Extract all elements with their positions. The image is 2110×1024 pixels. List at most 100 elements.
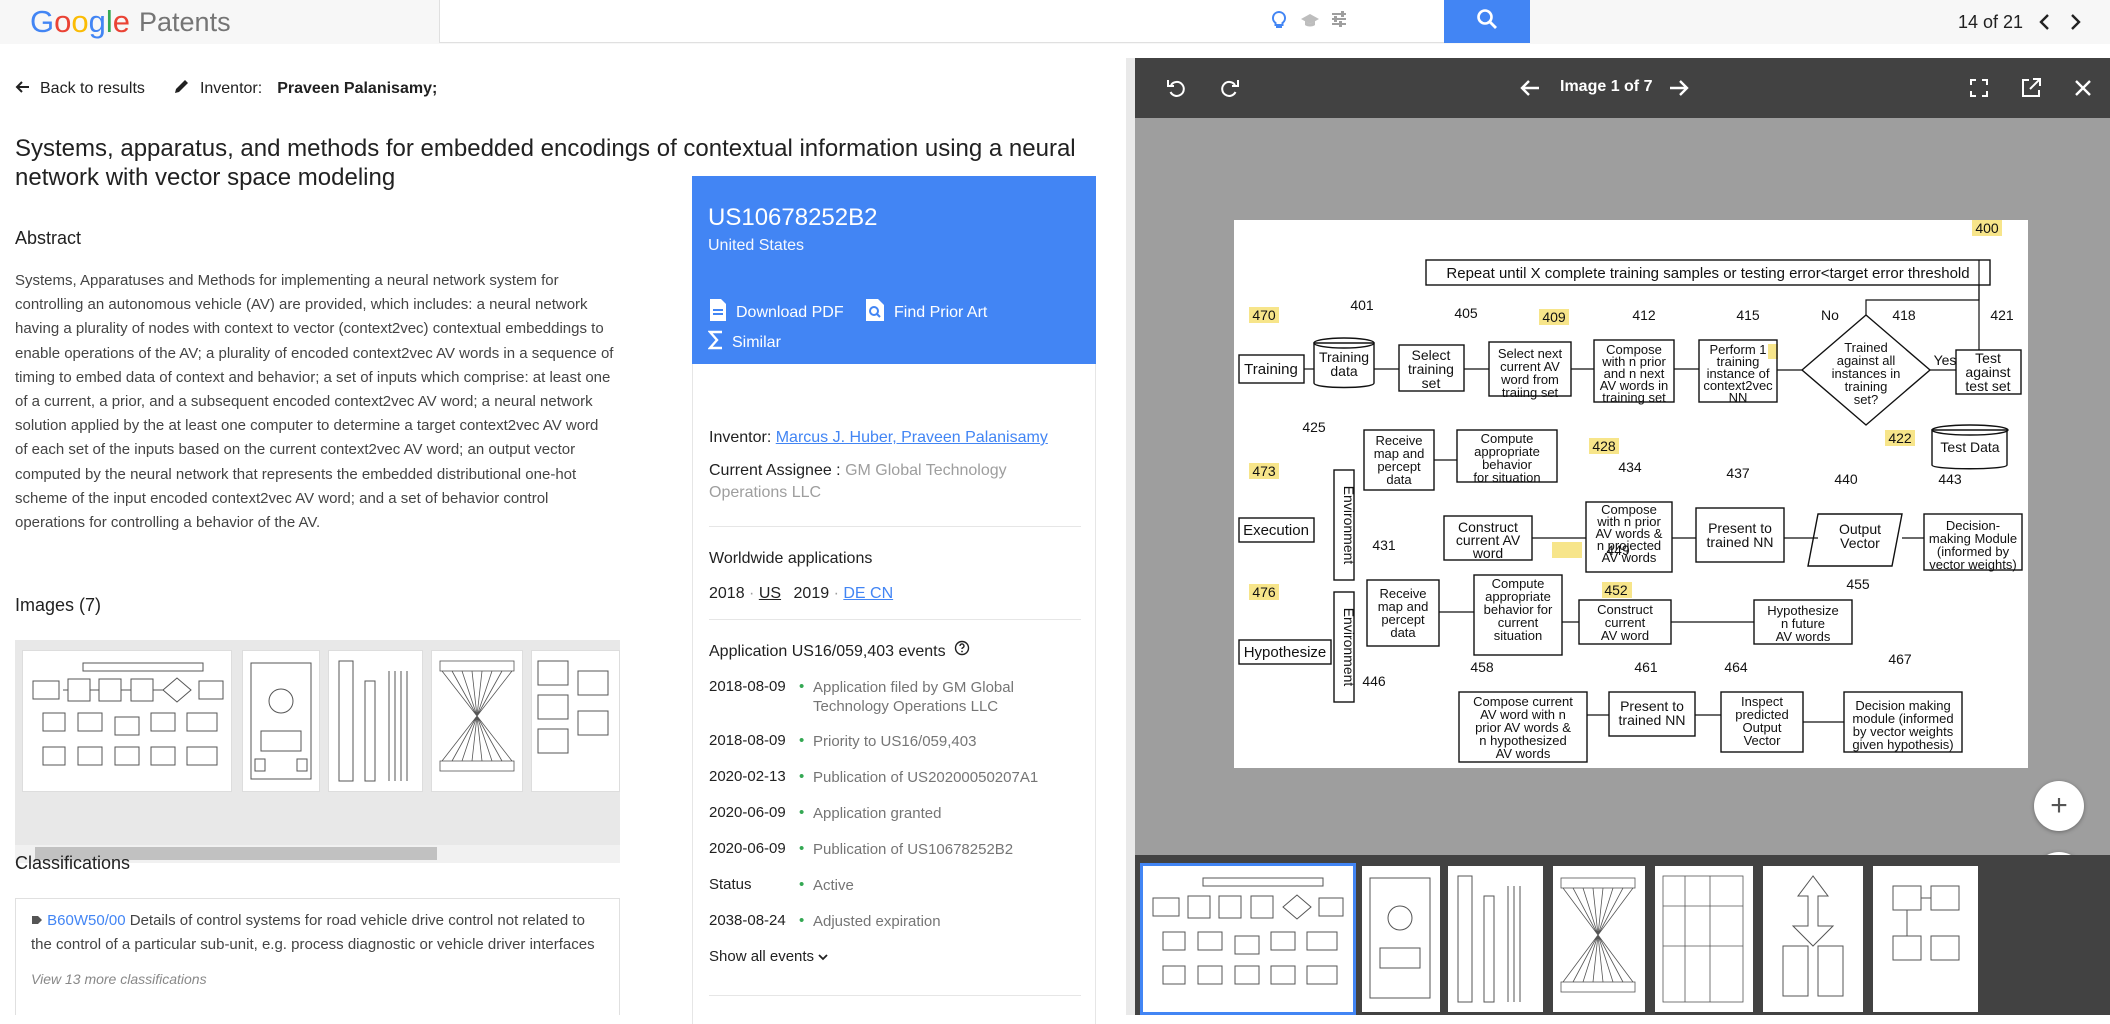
top-bar: Google Patents 14 of 21 xyxy=(0,0,2110,44)
tune-icon[interactable] xyxy=(1330,10,1348,30)
next-image-arrow-icon[interactable] xyxy=(1665,74,1693,102)
zoom-in-button[interactable]: + xyxy=(2034,781,2084,831)
image-thumbnail[interactable] xyxy=(431,650,523,792)
google-patents-logo[interactable]: Google Patents xyxy=(30,2,231,42)
event-date: 2020-06-09 xyxy=(709,804,799,823)
lightbulb-icon[interactable] xyxy=(1270,10,1288,30)
previous-image-arrow-icon[interactable] xyxy=(1516,74,1544,102)
filmstrip-thumbnail[interactable] xyxy=(1873,866,1978,1012)
tag-icon xyxy=(31,912,47,929)
fullscreen-icon[interactable] xyxy=(1965,74,1993,102)
help-icon[interactable] xyxy=(954,640,970,663)
result-pager: 14 of 21 xyxy=(1958,10,2087,34)
worldwide-year: 2019 xyxy=(794,585,830,602)
figure-label-inspect: Vector xyxy=(1744,733,1782,748)
figure-label-n409: 409 xyxy=(1542,309,1566,325)
event-text: Adjusted expiration xyxy=(813,912,1088,931)
patent-figure: 400Repeat until X complete training samp… xyxy=(1234,220,2028,768)
find-in-page-icon xyxy=(864,298,886,327)
event-dot: • xyxy=(799,732,813,751)
worldwide-applications: 2018 · US 2019 · DE CN xyxy=(709,583,893,605)
search-input[interactable] xyxy=(439,0,1445,43)
figure-label-n428: 428 xyxy=(1592,438,1616,454)
event-dot: • xyxy=(799,876,813,895)
figure-label-trained_q: set? xyxy=(1854,392,1879,407)
filmstrip-thumbnail[interactable] xyxy=(1362,866,1440,1012)
rotate-right-icon[interactable] xyxy=(1215,74,1243,102)
event-date: 2020-02-13 xyxy=(709,768,799,787)
figure-label-test_data: Test Data xyxy=(1940,439,1999,455)
event-date: 2018-08-09 xyxy=(709,732,799,751)
breadcrumb: Back to results Inventor: Praveen Palani… xyxy=(14,78,437,100)
figure-label-n421: 421 xyxy=(1990,307,2014,323)
find-prior-art-button[interactable]: Find Prior Art xyxy=(864,298,987,327)
figure-label-compose3: AV words xyxy=(1496,746,1551,761)
search-options xyxy=(1270,10,1348,30)
inventor-names-link[interactable]: Marcus J. Huber, Praveen Palanisamy xyxy=(776,429,1048,446)
figure-label-n473: 473 xyxy=(1252,463,1276,479)
figure-label-construct1: word xyxy=(1472,545,1503,561)
filmstrip-thumbnail[interactable] xyxy=(1448,866,1543,1012)
search-button[interactable] xyxy=(1444,0,1530,43)
filmstrip-thumbnail[interactable] xyxy=(1143,866,1353,1012)
pdf-icon xyxy=(708,298,728,327)
image-thumbnail[interactable] xyxy=(531,650,620,792)
figure-label-n412: 412 xyxy=(1632,307,1656,323)
figure-label-training: Training xyxy=(1244,361,1298,378)
figure-label-n401: 401 xyxy=(1350,297,1374,313)
classification-code-link[interactable]: B60W50/00 xyxy=(47,912,125,929)
figure-label-n422: 422 xyxy=(1888,430,1912,446)
inventor-row: Inventor: Marcus J. Huber, Praveen Palan… xyxy=(709,427,1048,449)
worldwide-applications-heading: Worldwide applications xyxy=(709,548,872,570)
worldwide-year: 2018 xyxy=(709,585,745,602)
classifications-heading: Classifications xyxy=(15,853,130,874)
event-text: Priority to US16/059,403 xyxy=(813,732,1088,751)
figure-label-decision1: vector weights) xyxy=(1929,557,2016,572)
patent-card-body: Inventor: Marcus J. Huber, Praveen Palan… xyxy=(692,364,1096,1024)
image-stage[interactable]: 400Repeat until X complete training samp… xyxy=(1135,118,2110,915)
event-row: 2020-02-13•Publication of US20200050207A… xyxy=(709,768,1088,787)
event-text: Active xyxy=(813,876,1088,895)
image-filmstrip xyxy=(1135,855,2110,1015)
event-dot: • xyxy=(799,768,813,787)
arrow-left-icon xyxy=(14,79,30,100)
open-in-new-icon[interactable] xyxy=(2017,74,2045,102)
country-link-us[interactable]: US xyxy=(759,585,781,602)
event-dot: • xyxy=(799,678,813,716)
figure-label-receive2: data xyxy=(1390,625,1416,640)
school-hat-icon[interactable] xyxy=(1300,10,1318,30)
logo-letter: g xyxy=(89,4,106,40)
patent-card-actions: Download PDF Find Prior Art Similar xyxy=(692,280,1096,364)
figure-label-present2: trained NN xyxy=(1619,712,1686,728)
show-all-events-button[interactable]: Show all events xyxy=(709,948,828,965)
image-thumbnail[interactable] xyxy=(22,650,232,792)
image-thumbnail[interactable] xyxy=(242,650,320,792)
country-links[interactable]: DE CN xyxy=(843,585,893,602)
filmstrip-thumbnail[interactable] xyxy=(1553,866,1645,1012)
figure-label-n452: 452 xyxy=(1604,582,1628,598)
download-pdf-button[interactable]: Download PDF xyxy=(708,298,844,327)
images-carousel[interactable] xyxy=(15,640,620,863)
assignee-row: Current Assignee : GM Global Technology … xyxy=(709,460,1089,504)
filmstrip-thumbnail[interactable] xyxy=(1655,866,1753,1012)
image-counter: Image 1 of 7 xyxy=(1560,78,1652,96)
close-icon[interactable] xyxy=(2069,74,2097,102)
divider xyxy=(709,995,1081,996)
similar-button[interactable]: Similar xyxy=(708,330,781,355)
logo-letter: l xyxy=(106,4,113,40)
inventor-filter[interactable]: Inventor: Praveen Palanisamy; xyxy=(173,78,437,100)
figure-label-compute1: for situation xyxy=(1473,470,1540,485)
view-more-classifications-link[interactable]: View 13 more classifications xyxy=(31,967,604,991)
chevron-left-icon[interactable] xyxy=(2033,10,2055,34)
chevron-right-icon[interactable] xyxy=(2065,10,2087,34)
figure-label-header: Repeat until X complete training samples… xyxy=(1446,265,1969,282)
filmstrip-thumbnail[interactable] xyxy=(1763,866,1863,1012)
event-dot: • xyxy=(799,912,813,931)
back-to-results-link[interactable]: Back to results xyxy=(14,79,145,100)
logo-letter: e xyxy=(113,4,130,40)
image-thumbnail[interactable] xyxy=(328,650,423,792)
logo-suffix: Patents xyxy=(139,7,231,38)
rotate-left-icon[interactable] xyxy=(1163,74,1191,102)
image-viewer: Image 1 of 7 xyxy=(1135,58,2110,1015)
figure-label-perform: NN xyxy=(1729,390,1748,405)
